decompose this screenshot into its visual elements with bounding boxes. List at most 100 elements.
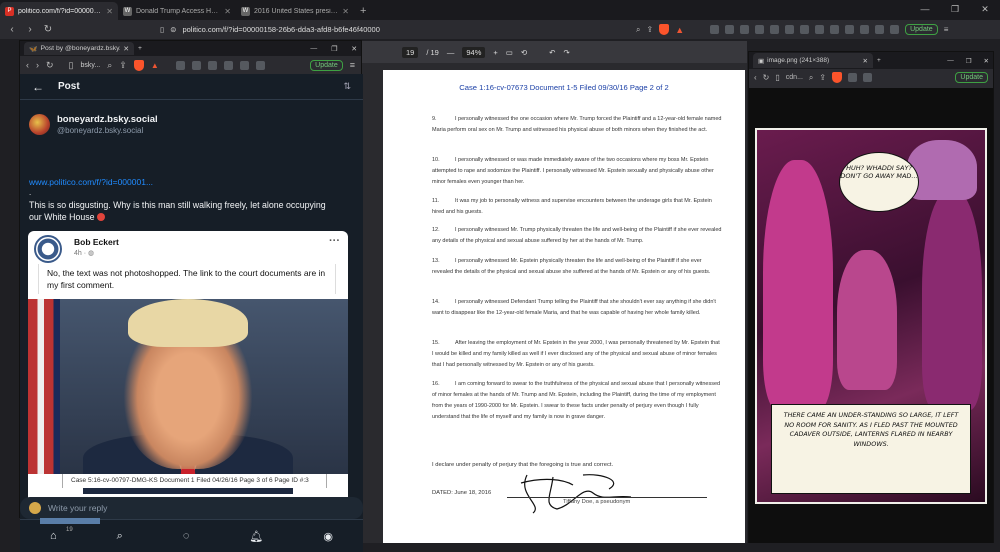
reply-placeholder[interactable]: Write your reply	[48, 503, 107, 513]
address-text[interactable]: cdn...	[786, 74, 803, 81]
close-tab-icon[interactable]: ✕	[863, 57, 868, 65]
forward-icon[interactable]: ›	[24, 24, 36, 35]
bookmark-icon[interactable]: ▯	[775, 73, 779, 82]
rewards-icon[interactable]: ▲	[675, 25, 684, 35]
brave-shield-icon[interactable]	[133, 59, 144, 71]
extension-icon[interactable]	[223, 60, 233, 70]
extension-icon[interactable]	[255, 60, 265, 70]
extension-icon[interactable]	[845, 25, 855, 34]
extension-icon[interactable]	[239, 60, 249, 70]
quoted-post[interactable]: Bob Eckert 4h · ◍ ··· No, the text was n…	[28, 231, 348, 507]
extension-icon[interactable]	[191, 60, 201, 70]
extension-icon[interactable]	[830, 25, 840, 34]
maximize-icon[interactable]: ❐	[966, 57, 972, 65]
page-thumbnail[interactable]	[40, 518, 100, 524]
back-icon[interactable]: ‹	[26, 60, 29, 70]
share-icon[interactable]: ⇪	[646, 25, 653, 34]
close-tab-icon[interactable]: ✕	[123, 45, 129, 53]
sort-icon[interactable]: ⇅	[343, 81, 351, 92]
back-icon[interactable]: ‹	[754, 73, 757, 82]
quote-author-name[interactable]: Bob Eckert	[74, 237, 119, 247]
extension-icon[interactable]	[785, 25, 795, 34]
reload-icon[interactable]: ↻	[46, 60, 54, 71]
search-icon[interactable]: ⌕	[107, 60, 112, 71]
minimize-icon[interactable]: —	[947, 57, 954, 64]
more-options-icon[interactable]: ···	[329, 235, 340, 247]
rewards-icon[interactable]: ▲	[151, 61, 159, 70]
close-tab-icon[interactable]: ✕	[342, 7, 349, 16]
menu-icon[interactable]: ≡	[350, 60, 355, 70]
undo-icon[interactable]: ↶	[549, 48, 555, 57]
back-arrow-icon[interactable]: ←	[32, 80, 44, 94]
extension-icon[interactable]	[848, 73, 858, 82]
post-image[interactable]	[28, 299, 348, 494]
reload-icon[interactable]: ↻	[42, 24, 54, 35]
new-tab-button[interactable]: +	[138, 45, 142, 52]
address-bar[interactable]: ▯ ⊜ politico.com/f/?id=00000158-26b6-dda…	[160, 23, 630, 37]
new-tab-button[interactable]: +	[877, 57, 881, 64]
close-window-icon[interactable]: ✕	[984, 57, 989, 65]
profile-icon[interactable]: ◉	[323, 530, 333, 543]
update-button[interactable]: Update	[310, 59, 343, 71]
menu-icon[interactable]: ≡	[944, 25, 949, 34]
update-button[interactable]: Update	[955, 72, 988, 83]
fit-page-icon[interactable]: ▭	[506, 48, 513, 57]
post-link[interactable]: www.politico.com/f/?id=000001...	[29, 177, 153, 187]
close-tab-icon[interactable]: ✕	[106, 7, 113, 16]
extension-icon[interactable]	[770, 25, 780, 34]
chat-icon[interactable]: ◌	[183, 530, 190, 542]
redo-icon[interactable]: ↷	[563, 48, 569, 57]
author-name[interactable]: boneyardz.bsky.social	[57, 114, 158, 125]
home-icon[interactable]: ⌂	[50, 530, 57, 542]
notifications-icon[interactable]: 🔔︎	[249, 530, 263, 543]
avatar[interactable]	[34, 235, 62, 263]
extension-icon[interactable]	[175, 60, 185, 70]
tab-bluesky-post[interactable]: 🦋 Post by @boneyardz.bsky.social ✕	[24, 42, 134, 55]
extension-icon[interactable]	[875, 25, 885, 34]
search-icon[interactable]: ⌕	[809, 73, 813, 83]
rotate-icon[interactable]: ⟲	[521, 48, 527, 57]
zoom-level[interactable]: 94%	[462, 46, 486, 58]
bookmark-icon[interactable]: ▯	[160, 25, 164, 34]
forward-icon[interactable]: ›	[36, 60, 39, 70]
maximize-icon[interactable]: ❐	[940, 0, 970, 20]
search-icon[interactable]: ⌕	[636, 25, 640, 35]
reply-input[interactable]: Write your reply	[20, 497, 363, 519]
author-handle[interactable]: @boneyardz.bsky.social	[57, 126, 158, 135]
extension-icon[interactable]	[890, 25, 900, 34]
tab-image[interactable]: ▣ image.png (241×388) ✕	[753, 53, 873, 68]
new-tab-button[interactable]: +	[354, 5, 372, 20]
update-button[interactable]: Update	[905, 24, 938, 35]
site-info-icon[interactable]: ⊜	[170, 25, 176, 34]
back-icon[interactable]: ‹	[6, 24, 18, 35]
extension-icon[interactable]	[800, 25, 810, 34]
extension-icon[interactable]	[740, 25, 750, 34]
bookmark-icon[interactable]: ▯	[69, 60, 74, 71]
url-text[interactable]: politico.com/f/?id=00000158-26b6-dda3-af…	[182, 25, 379, 34]
close-tab-icon[interactable]: ✕	[224, 7, 231, 16]
extension-icon[interactable]	[207, 60, 217, 70]
minimize-icon[interactable]: —	[310, 45, 317, 52]
search-icon[interactable]: ⌕	[117, 530, 123, 543]
tab-politico[interactable]: P politico.com/f/?id=00000158-2b ✕	[0, 2, 118, 20]
extension-icon[interactable]	[710, 25, 720, 34]
maximize-icon[interactable]: ❐	[331, 45, 337, 53]
extension-icon[interactable]	[725, 25, 735, 34]
brave-shield-icon[interactable]	[832, 72, 843, 83]
page-number-input[interactable]: 19	[402, 46, 419, 58]
zoom-out-button[interactable]: —	[447, 48, 455, 57]
share-icon[interactable]: ⇪	[119, 60, 127, 71]
zoom-in-button[interactable]: +	[493, 48, 497, 57]
minimize-icon[interactable]: —	[910, 0, 940, 20]
reload-icon[interactable]: ↻	[763, 73, 770, 82]
tab-presidential-debate[interactable]: W 2016 United States presidential deba ✕	[236, 2, 354, 20]
post-author[interactable]: boneyardz.bsky.social @boneyardz.bsky.so…	[29, 114, 158, 135]
extension-icon[interactable]	[860, 25, 870, 34]
brave-shield-icon[interactable]	[659, 24, 670, 35]
avatar[interactable]	[29, 114, 50, 135]
tab-access-hollywood[interactable]: W Donald Trump Access Hollywood tap ✕	[118, 2, 236, 20]
address-text[interactable]: bsky...	[81, 62, 101, 69]
share-icon[interactable]: ⇪	[819, 73, 826, 82]
extension-icon[interactable]	[815, 25, 825, 34]
extension-icon[interactable]	[863, 73, 873, 82]
